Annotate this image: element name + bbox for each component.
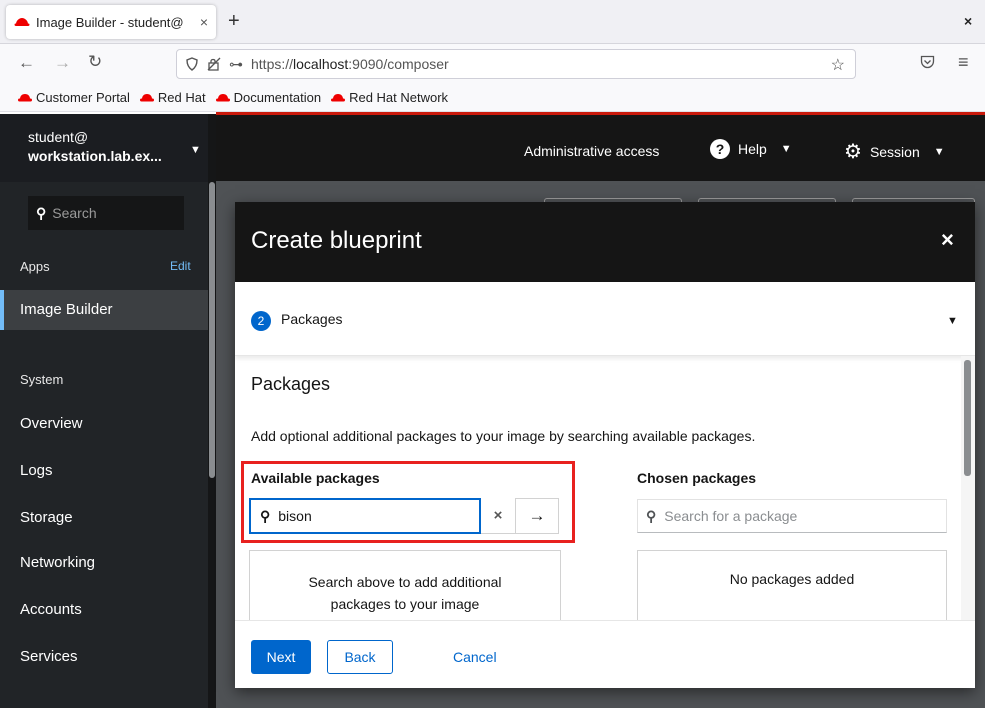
- bookmark-label: Customer Portal: [36, 90, 130, 105]
- browser-nav-bar: ← → ↻ ⊶ https://localhost:9090/composer …: [0, 44, 985, 84]
- sidebar-search-input[interactable]: ⚲ Search: [28, 196, 184, 230]
- tab-close-icon[interactable]: ×: [200, 14, 208, 30]
- bookmark-star-icon[interactable]: ☆: [831, 55, 845, 75]
- shield-icon: [186, 57, 198, 71]
- sidebar-item-storage[interactable]: Storage: [20, 509, 73, 526]
- bookmark-customer-portal[interactable]: Customer Portal: [18, 90, 130, 105]
- empty-state-line: No packages added: [729, 571, 855, 587]
- url-host: localhost: [293, 56, 349, 72]
- caret-down-icon: ▼: [780, 143, 792, 155]
- bookmark-documentation[interactable]: Documentation: [215, 90, 322, 105]
- empty-state-line: packages to your image: [330, 596, 480, 612]
- next-button[interactable]: Next: [251, 640, 311, 674]
- modal-title: Create blueprint: [251, 227, 422, 254]
- chosen-packages-search-input[interactable]: ⚲ Search for a package: [637, 499, 947, 533]
- caret-down-icon: ▼: [933, 145, 945, 158]
- chosen-search-placeholder: Search for a package: [664, 508, 798, 524]
- redhat-icon: [215, 93, 230, 101]
- url-path: :9090/composer: [348, 56, 449, 72]
- sidebar-item-logs[interactable]: Logs: [20, 462, 53, 479]
- caret-down-icon: ▼: [947, 315, 958, 327]
- session-menu-button[interactable]: ⚙ Session ▼: [844, 139, 945, 164]
- url-bar[interactable]: ⊶ https://localhost:9090/composer ☆: [176, 49, 856, 79]
- sidebar-scrollbar[interactable]: [208, 114, 216, 708]
- redhat-icon: [331, 93, 346, 101]
- browser-tab-strip: Image Builder - student@ × + ×: [0, 0, 985, 44]
- empty-state-line: Search above to add additional: [308, 574, 502, 590]
- wizard-step-toggle[interactable]: 2 Packages ▼: [235, 282, 975, 356]
- url-prefix: https://: [251, 56, 294, 72]
- key-icon: ⊶: [229, 55, 243, 72]
- cancel-button[interactable]: Cancel: [453, 649, 497, 665]
- modal-scrollbar[interactable]: [961, 356, 975, 620]
- step-label: Packages: [281, 311, 343, 327]
- redhat-icon: [18, 93, 32, 101]
- close-icon[interactable]: ×: [941, 227, 954, 253]
- wizard-body: Packages Add optional additional package…: [235, 356, 975, 620]
- sidebar-item-accounts[interactable]: Accounts: [20, 601, 82, 618]
- bookmark-red-hat[interactable]: Red Hat: [139, 90, 206, 105]
- scrollbar-thumb[interactable]: [209, 182, 215, 478]
- help-menu-button[interactable]: ? Help ▼: [710, 139, 792, 159]
- hamburger-menu-icon[interactable]: ≡: [958, 52, 969, 73]
- sidebar-item-networking[interactable]: Networking: [20, 554, 95, 571]
- window-close-icon[interactable]: ×: [964, 13, 972, 29]
- forward-arrow-icon[interactable]: →: [54, 53, 71, 73]
- modal-header: Create blueprint ×: [235, 202, 975, 282]
- search-icon: ⚲: [646, 507, 657, 524]
- sidebar-item-services[interactable]: Services: [20, 648, 78, 665]
- bookmark-label: Red Hat: [157, 90, 206, 105]
- redhat-icon: [139, 93, 154, 101]
- bookmarks-bar: Customer Portal Red Hat Documentation Re…: [0, 84, 985, 112]
- help-icon: ?: [710, 139, 730, 159]
- section-title: Packages: [251, 374, 331, 394]
- sidebar-search-placeholder: Search: [52, 205, 97, 221]
- apps-edit-link[interactable]: Edit: [170, 259, 191, 273]
- redhat-favicon-icon: [14, 18, 30, 26]
- search-icon: ⚲: [36, 204, 47, 221]
- system-heading: System: [20, 372, 64, 387]
- top-bar: Administrative access ? Help ▼ ⚙ Session…: [216, 115, 985, 181]
- bookmark-label: Documentation: [233, 90, 322, 105]
- scrollbar-thumb[interactable]: [964, 360, 971, 476]
- modal-footer: Next Back Cancel: [235, 620, 975, 688]
- sidebar-item-overview[interactable]: Overview: [20, 415, 83, 432]
- chosen-packages-list: No packages added: [637, 550, 947, 620]
- host-name: workstation.lab.ex...: [28, 148, 162, 164]
- chosen-packages-label: Chosen packages: [637, 470, 757, 486]
- create-blueprint-modal: Create blueprint × 2 Packages ▼ Packages…: [235, 202, 975, 688]
- sidebar-item-image-builder[interactable]: Image Builder: [0, 290, 208, 330]
- back-button[interactable]: Back: [327, 640, 393, 674]
- back-arrow-icon[interactable]: ←: [18, 53, 35, 73]
- administrative-access-button[interactable]: Administrative access: [524, 143, 659, 159]
- host-user: student@: [28, 129, 89, 145]
- insecure-lock-icon: [207, 57, 221, 71]
- annotation-highlight-box: [241, 461, 575, 543]
- browser-tab[interactable]: Image Builder - student@ ×: [6, 5, 216, 39]
- host-selector[interactable]: student@ workstation.lab.ex... ▼: [0, 114, 216, 182]
- caret-down-icon: ▼: [190, 144, 201, 156]
- reload-icon[interactable]: ↻: [88, 52, 102, 72]
- tab-title: Image Builder - student@: [36, 14, 184, 30]
- bookmark-red-hat-network[interactable]: Red Hat Network: [331, 90, 448, 105]
- pocket-icon[interactable]: [920, 55, 935, 69]
- section-description: Add optional additional packages to your…: [251, 428, 756, 444]
- session-label: Session: [869, 143, 920, 160]
- gear-icon: ⚙: [844, 141, 862, 163]
- new-tab-button[interactable]: +: [228, 10, 240, 32]
- available-packages-list: Search above to add additional packages …: [249, 550, 561, 620]
- sidebar: student@ workstation.lab.ex... ▼ ⚲ Searc…: [0, 114, 216, 708]
- help-label: Help: [738, 141, 767, 157]
- step-number-badge: 2: [251, 311, 271, 331]
- bookmark-label: Red Hat Network: [349, 90, 449, 105]
- apps-heading: Apps: [20, 259, 50, 274]
